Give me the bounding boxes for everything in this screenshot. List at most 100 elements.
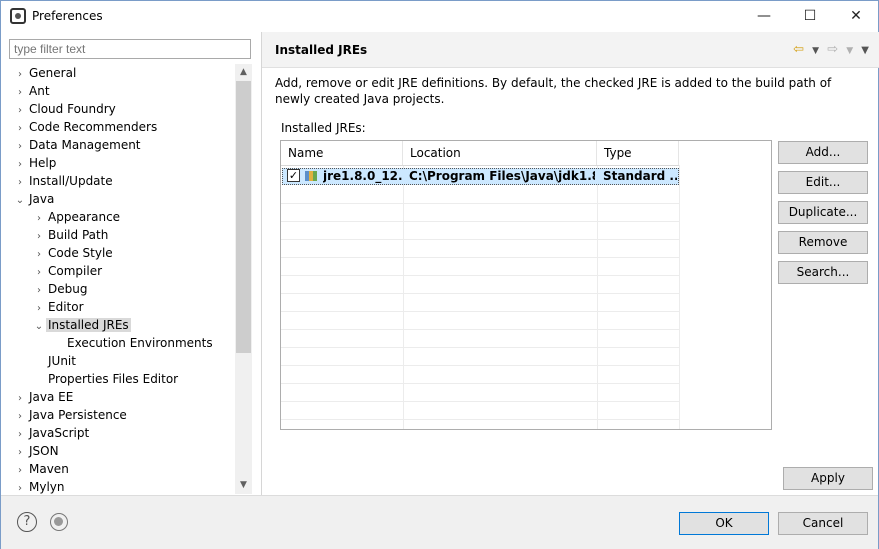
row-divider: [281, 221, 679, 222]
pane-divider[interactable]: [261, 32, 262, 495]
record-icon[interactable]: [50, 513, 68, 531]
title-bar: Preferences — ☐ ✕: [1, 1, 878, 32]
page-description: Add, remove or edit JRE definitions. By …: [275, 76, 832, 106]
tree-item[interactable]: › Ant: [13, 82, 52, 100]
row-divider: [281, 419, 679, 420]
tree-item-label: Maven: [29, 462, 69, 476]
chevron-right-icon[interactable]: ›: [13, 480, 27, 494]
row-divider: [281, 383, 679, 384]
tree-item-label: Editor: [48, 300, 84, 314]
scroll-up-arrow-icon[interactable]: ▲: [235, 64, 252, 81]
tree-item-label: Debug: [48, 282, 88, 296]
installed-jres-label: Installed JREs:: [281, 121, 366, 135]
ok-button-label: OK: [715, 516, 733, 530]
eclipse-app-icon: [10, 8, 26, 24]
tree-item-label: Cloud Foundry: [29, 102, 116, 116]
nav-toolbar: ⇦ ▼ ⇨ ▼ ▼: [789, 42, 869, 57]
tree-item[interactable]: › Help: [13, 154, 58, 172]
row-divider: [281, 293, 679, 294]
installed-jres-table[interactable]: Name Location Type ✓ jre1.8.0_12... C:\P…: [280, 140, 772, 430]
chevron-down-icon[interactable]: ⌄: [13, 192, 27, 210]
tree-scrollbar[interactable]: ▲ ▼: [235, 64, 252, 494]
tree-item[interactable]: › Debug: [32, 280, 89, 298]
row-divider: [281, 401, 679, 402]
tree-item[interactable]: › Appearance: [32, 208, 122, 226]
jre-name-cell: jre1.8.0_12...: [323, 169, 403, 183]
tree-item[interactable]: › Cloud Foundry: [13, 100, 118, 118]
tree-item[interactable]: › JavaScript: [13, 424, 91, 442]
scrollbar-thumb[interactable]: [236, 81, 251, 353]
apply-button-label: Apply: [811, 471, 845, 485]
cancel-button[interactable]: Cancel: [778, 512, 868, 535]
edit-button[interactable]: Edit...: [778, 171, 868, 194]
page-header: Installed JREs ⇦ ▼ ⇨ ▼ ▼: [262, 32, 879, 68]
tree-item-label: Java: [29, 192, 55, 206]
tree-item[interactable]: Execution Environments: [51, 334, 215, 352]
preferences-window: Preferences — ☐ ✕ ›General›Ant›Cloud Fou…: [0, 0, 879, 549]
help-icon[interactable]: ?: [17, 512, 37, 532]
page-title: Installed JREs: [275, 43, 368, 57]
tree-item[interactable]: › JSON: [13, 442, 61, 460]
chevron-down-icon[interactable]: ⌄: [32, 318, 46, 336]
column-header-type[interactable]: Type: [597, 141, 679, 165]
tree-item[interactable]: › Mylyn: [13, 478, 67, 494]
tree-item-label: JSON: [29, 444, 59, 458]
duplicate-button-label: Duplicate...: [788, 205, 858, 219]
tree-item[interactable]: › Data Management: [13, 136, 143, 154]
back-arrow-icon[interactable]: ⇦: [793, 42, 804, 57]
preferences-tree: › General › Ant › Cloud Foundry › Code Recommen…: [9, 64, 236, 494]
tree-item[interactable]: › Editor: [32, 298, 86, 316]
back-dropdown-icon[interactable]: ▼: [812, 46, 819, 56]
row-divider: [281, 257, 679, 258]
row-divider: [281, 275, 679, 276]
apply-button[interactable]: Apply: [783, 467, 873, 490]
tree-item[interactable]: › Java EE: [13, 388, 75, 406]
header-divider: [281, 165, 679, 166]
forward-arrow-icon[interactable]: ⇨: [827, 42, 838, 57]
row-divider: [281, 239, 679, 240]
view-menu-icon[interactable]: ▼: [861, 45, 869, 56]
minimize-button[interactable]: —: [741, 1, 787, 32]
close-button[interactable]: ✕: [833, 1, 879, 32]
tree-item[interactable]: › Maven: [13, 460, 71, 478]
column-header-name[interactable]: Name: [281, 141, 403, 165]
tree-item-label: Code Style: [48, 246, 113, 260]
duplicate-button[interactable]: Duplicate...: [778, 201, 868, 224]
tree-item[interactable]: › Install/Update: [13, 172, 115, 190]
tree-item[interactable]: › Build Path: [32, 226, 110, 244]
tree-item-label: Installed JREs: [46, 318, 131, 332]
tree-item-label: Java EE: [29, 390, 74, 404]
tree-item[interactable]: › General: [13, 64, 78, 82]
tree-item[interactable]: JUnit: [32, 352, 78, 370]
add-button-label: Add...: [805, 145, 841, 159]
scroll-down-arrow-icon[interactable]: ▼: [235, 477, 252, 494]
tree-item[interactable]: Properties Files Editor: [32, 370, 180, 388]
tree-item-label: Execution Environments: [67, 336, 213, 350]
filter-input[interactable]: [9, 39, 251, 59]
tree-item-label: Help: [29, 156, 57, 170]
tree-item-label: JavaScript: [29, 426, 90, 440]
tree-item-label: General: [29, 66, 77, 80]
column-divider: [679, 165, 680, 429]
tree-item[interactable]: ⌄ Installed JREs: [32, 316, 131, 334]
maximize-button[interactable]: ☐: [787, 1, 833, 32]
tree-item[interactable]: › Compiler: [32, 262, 104, 280]
tree-item-label: Ant: [29, 84, 50, 98]
forward-dropdown-icon[interactable]: ▼: [846, 46, 853, 56]
tree-item[interactable]: › Code Style: [32, 244, 115, 262]
ok-button[interactable]: OK: [679, 512, 769, 535]
column-header-location[interactable]: Location: [403, 141, 597, 165]
tree-item[interactable]: › Java Persistence: [13, 406, 129, 424]
add-button[interactable]: Add...: [778, 141, 868, 164]
remove-button[interactable]: Remove: [778, 231, 868, 254]
tree-item-label: Properties Files Editor: [48, 372, 179, 386]
tree-item[interactable]: ⌄ Java: [13, 190, 56, 208]
edit-button-label: Edit...: [805, 175, 841, 189]
search-button[interactable]: Search...: [778, 261, 868, 284]
tree-item-label: Java Persistence: [29, 408, 127, 422]
jre-default-checkbox[interactable]: ✓: [287, 169, 300, 182]
remove-button-label: Remove: [798, 235, 848, 249]
tree-item[interactable]: › Code Recommenders: [13, 118, 159, 136]
jre-type-cell: Standard ...: [603, 169, 677, 183]
tree-item-label: JUnit: [48, 354, 76, 368]
